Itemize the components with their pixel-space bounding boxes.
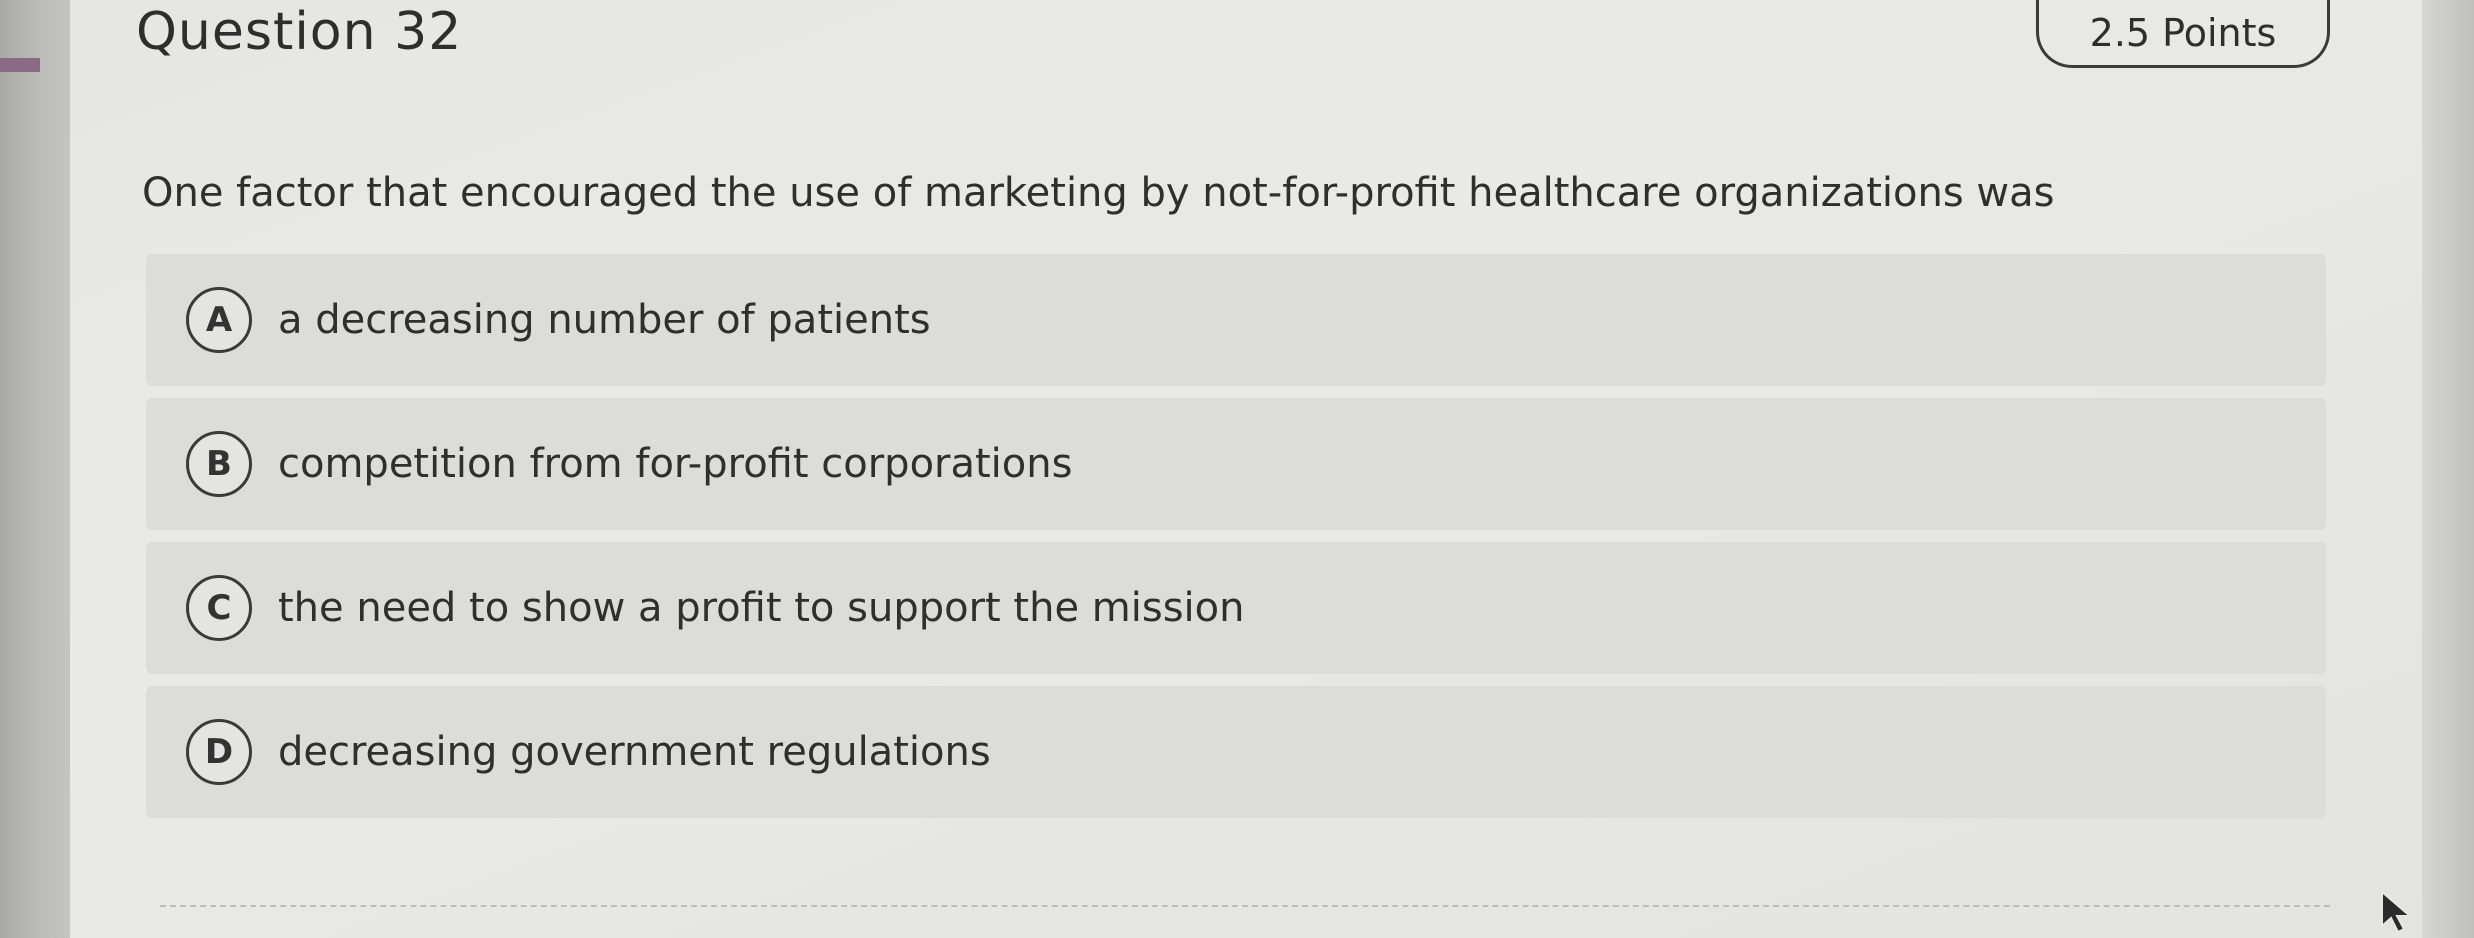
choice-c[interactable]: C the need to show a profit to support t… — [146, 542, 2326, 674]
choice-letter-d: D — [186, 719, 252, 785]
left-sidebar-edge — [0, 0, 70, 938]
choice-letter-a: A — [186, 287, 252, 353]
answer-choices: A a decreasing number of patients B comp… — [146, 254, 2326, 830]
choice-text-c: the need to show a profit to support the… — [278, 585, 1245, 631]
left-accent-bar — [0, 58, 40, 72]
mouse-pointer-icon — [2381, 890, 2413, 934]
question-prompt: One factor that encouraged the use of ma… — [142, 170, 2055, 216]
choice-letter-b: B — [186, 431, 252, 497]
question-title: Question 32 — [136, 2, 463, 62]
choice-d[interactable]: D decreasing government regulations — [146, 686, 2326, 818]
points-badge: 2.5 Points — [2036, 0, 2330, 68]
choice-letter-c: C — [186, 575, 252, 641]
choice-a[interactable]: A a decreasing number of patients — [146, 254, 2326, 386]
section-divider — [160, 905, 2330, 907]
choice-text-b: competition from for-profit corporations — [278, 441, 1073, 487]
right-scroll-area — [2422, 0, 2474, 938]
choice-text-d: decreasing government regulations — [278, 729, 991, 775]
choice-text-a: a decreasing number of patients — [278, 297, 931, 343]
choice-b[interactable]: B competition from for-profit corporatio… — [146, 398, 2326, 530]
